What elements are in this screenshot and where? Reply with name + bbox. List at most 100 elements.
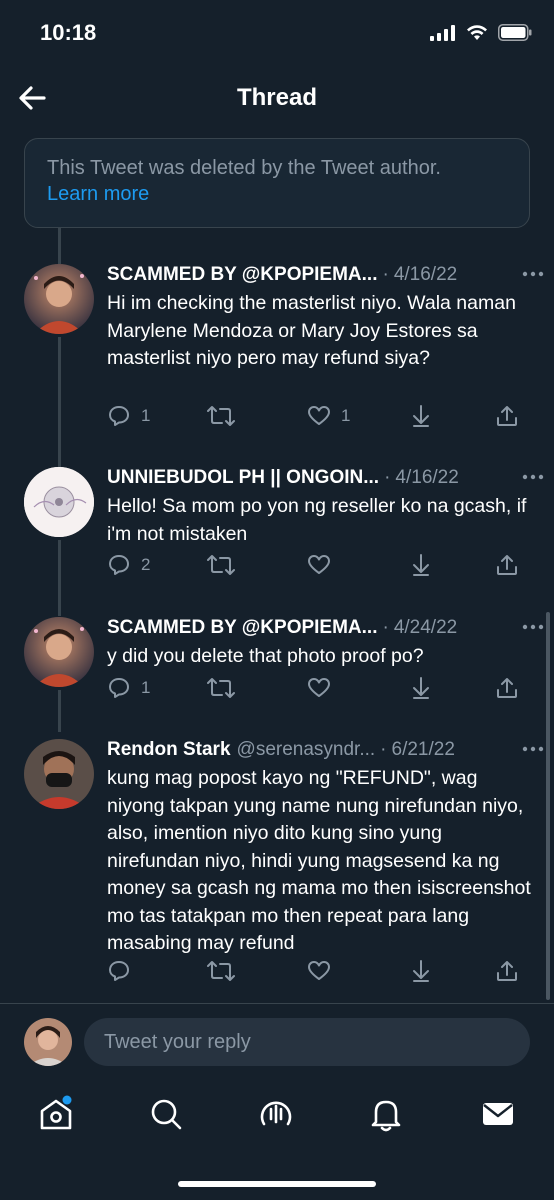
page-title: Thread [236, 84, 317, 111]
spaces-icon [260, 1101, 292, 1126]
like-button[interactable]: 1 [307, 404, 350, 428]
retweet-button[interactable] [207, 676, 245, 700]
download-icon [413, 405, 429, 427]
status-bar: 10:18 [0, 0, 554, 70]
deleted-tweet-text: This Tweet was deleted by the Tweet auth… [47, 157, 441, 179]
download-icon [413, 960, 429, 982]
share-icon [497, 678, 517, 698]
tweet-actions: 1 [107, 676, 527, 704]
separator: · [382, 617, 389, 638]
tweet-header: SCAMMED BY @KPOPIEMA... · 4/16/22 [107, 262, 534, 288]
avatar[interactable] [24, 1018, 72, 1066]
search-icon [151, 1099, 182, 1130]
reply-count: 2 [141, 555, 151, 574]
retweet-button[interactable] [207, 959, 245, 983]
battery-icon [498, 24, 532, 41]
tweet[interactable]: UNNIEBUDOL PH || ONGOIN... · 4/16/22 Hel… [0, 465, 554, 585]
reply-button[interactable]: 2 [107, 553, 150, 577]
tweet-date: 4/16/22 [393, 264, 458, 285]
download-button[interactable] [409, 553, 433, 577]
more-options-icon[interactable] [520, 617, 546, 637]
tab-bar [0, 1080, 554, 1150]
scrollbar[interactable] [546, 612, 550, 1000]
tweet-text: kung mag popost kayo ng "REFUND", wag ni… [107, 767, 531, 954]
separator: · [380, 739, 387, 760]
reply-button[interactable] [107, 959, 141, 983]
author-name[interactable]: UNNIEBUDOL PH || ONGOIN... [107, 467, 379, 489]
reply-button[interactable]: 1 [107, 676, 150, 700]
separator: · [384, 467, 391, 488]
tweet-text: Hello! Sa mom po yon ng reseller ko na g… [107, 495, 527, 545]
author-handle[interactable]: @serenasyndr... [237, 739, 376, 761]
heart-icon [308, 555, 330, 574]
share-icon [497, 961, 517, 981]
tweet[interactable]: SCAMMED BY @KPOPIEMA... · 4/24/22 y did … [0, 615, 554, 710]
tweet-date: 6/21/22 [391, 739, 455, 760]
tweet-header: UNNIEBUDOL PH || ONGOIN... · 4/16/22 [107, 465, 534, 491]
more-options-icon[interactable] [520, 739, 546, 759]
deleted-tweet-notice: This Tweet was deleted by the Tweet auth… [24, 138, 530, 228]
tweet-date: 4/16/22 [395, 467, 459, 488]
share-icon [497, 555, 517, 575]
author-name[interactable]: Rendon Stark [107, 739, 231, 761]
tweet[interactable]: SCAMMED BY @KPOPIEMA... · 4/16/22 Hi im … [0, 262, 554, 432]
tab-notifications[interactable] [366, 1094, 406, 1134]
tab-messages[interactable] [478, 1094, 518, 1134]
share-button[interactable] [495, 404, 519, 428]
reply-button[interactable]: 1 [107, 404, 150, 428]
thread-line [58, 228, 61, 264]
heart-icon [308, 961, 330, 980]
retweet-button[interactable] [207, 553, 245, 577]
author-name[interactable]: SCAMMED BY @KPOPIEMA... [107, 617, 377, 639]
heart-icon [308, 678, 330, 697]
tweet-text: Hi im checking the masterlist niyo. Wala… [107, 292, 516, 369]
notifications-icon [371, 1100, 401, 1132]
reply-icon [109, 961, 129, 981]
reply-count: 1 [141, 678, 151, 697]
reply-bar [0, 1003, 554, 1079]
retweet-icon [207, 961, 235, 981]
tab-search[interactable] [146, 1094, 186, 1134]
tab-home[interactable] [36, 1094, 76, 1134]
retweet-button[interactable] [207, 404, 245, 428]
like-button[interactable] [307, 676, 341, 700]
avatar[interactable] [24, 264, 94, 334]
avatar[interactable] [24, 617, 94, 687]
more-options-icon[interactable] [520, 467, 546, 487]
tab-spaces[interactable] [256, 1094, 296, 1134]
share-button[interactable] [495, 959, 519, 983]
share-icon [497, 406, 517, 426]
avatar[interactable] [24, 739, 94, 809]
status-time: 10:18 [40, 20, 97, 45]
like-button[interactable] [307, 553, 341, 577]
tweet-header: SCAMMED BY @KPOPIEMA... · 4/24/22 [107, 615, 534, 641]
share-button[interactable] [495, 553, 519, 577]
learn-more-link[interactable]: Learn more [47, 181, 507, 207]
separator: · [382, 264, 389, 285]
download-button[interactable] [409, 959, 433, 983]
reply-icon [109, 678, 129, 698]
more-options-icon[interactable] [520, 264, 546, 284]
reply-count: 1 [141, 406, 151, 425]
wifi-icon [467, 24, 487, 40]
cellular-signal-icon [430, 24, 455, 41]
download-button[interactable] [409, 404, 433, 428]
home-indicator [178, 1181, 376, 1187]
tweet[interactable]: Rendon Stark @serenasyndr... · 6/21/22 k… [0, 737, 554, 992]
reply-input[interactable] [84, 1018, 530, 1066]
tweet-date: 4/24/22 [393, 617, 458, 638]
nav-bar: Thread [0, 70, 554, 130]
retweet-icon [207, 406, 235, 426]
tweet-actions [107, 959, 527, 987]
like-button[interactable] [307, 959, 341, 983]
download-button[interactable] [409, 676, 433, 700]
tweet-text: y did you delete that photo proof po? [107, 645, 424, 667]
reply-icon [109, 555, 129, 575]
author-name[interactable]: SCAMMED BY @KPOPIEMA... [107, 264, 377, 286]
heart-icon [308, 406, 330, 425]
retweet-icon [207, 555, 235, 575]
avatar[interactable] [24, 467, 94, 537]
home-icon [40, 1095, 72, 1130]
messages-icon [483, 1103, 513, 1125]
share-button[interactable] [495, 676, 519, 700]
